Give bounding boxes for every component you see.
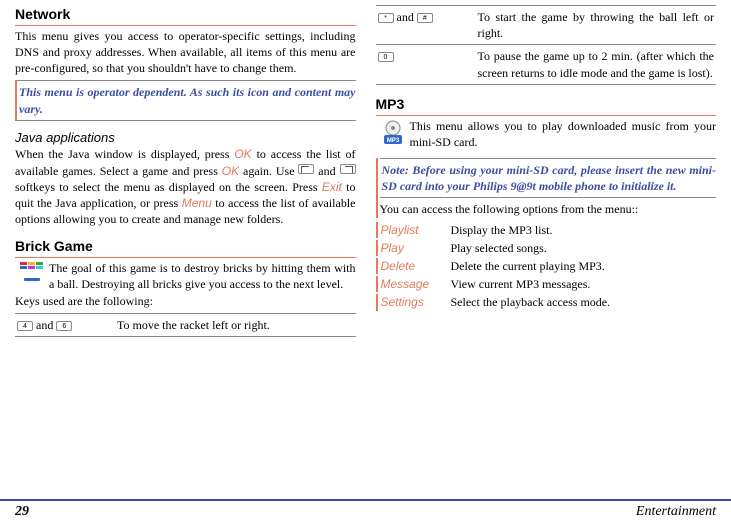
option-desc: Play selected songs. <box>451 240 717 256</box>
java-body: When the Java window is displayed, press… <box>15 146 356 227</box>
key-and: and <box>394 10 417 24</box>
page-footer: 29 Entertainment <box>0 499 731 522</box>
java-text-3: softkeys to select the menu as displayed… <box>15 180 322 194</box>
java-and: and <box>314 164 339 178</box>
keyword-menu: Menu <box>182 196 212 210</box>
option-label: Play <box>376 240 451 256</box>
option-row-play: Play Play selected songs. <box>376 240 717 256</box>
table-row: * and # To start the game by throwing th… <box>376 6 717 45</box>
key-6-icon: 6 <box>56 321 72 331</box>
table-row: 0 To pause the game up to 2 min. (after … <box>376 45 717 84</box>
option-desc: Display the MP3 list. <box>451 222 717 238</box>
table-row: 4 and 6 To move the racket left or right… <box>15 313 356 336</box>
option-desc: View current MP3 messages. <box>451 276 717 292</box>
option-label: Settings <box>376 294 451 310</box>
brick-body: The goal of this game is to destroy bric… <box>49 260 356 292</box>
svg-text:MP3: MP3 <box>386 138 399 144</box>
key-hash-icon: # <box>417 13 433 23</box>
brick-keys-table-cont: * and # To start the game by throwing th… <box>376 5 717 85</box>
option-label: Delete <box>376 258 451 274</box>
mp3-intro: You can access the following options fro… <box>380 201 717 217</box>
keyword-ok: OK <box>222 164 239 178</box>
option-row-message: Message View current MP3 messages. <box>376 276 717 292</box>
page-number: 29 <box>15 503 29 522</box>
key-desc: To move the racket left or right. <box>115 313 356 336</box>
keyword-ok: OK <box>234 147 251 161</box>
section-title-network: Network <box>15 5 356 26</box>
key-star-icon: * <box>378 13 394 23</box>
right-softkey-icon <box>340 164 356 174</box>
key-0-icon: 0 <box>378 52 394 62</box>
footer-section: Entertainment <box>636 503 716 522</box>
brick-keys-intro: Keys used are the following: <box>15 293 356 309</box>
key-desc: To start the game by throwing the ball l… <box>476 6 717 45</box>
mp3-note: Note: Before using your mini-SD card, pl… <box>380 158 717 198</box>
network-note: This menu is operator dependent. As such… <box>15 80 356 120</box>
network-body: This menu gives you access to operator-s… <box>15 28 356 77</box>
option-row-settings: Settings Select the playback access mode… <box>376 294 717 310</box>
mp3-icon: MP3 <box>376 118 410 150</box>
java-text-2: again. Use <box>239 164 298 178</box>
mp3-body: This menu allows you to play downloaded … <box>410 118 717 150</box>
left-column: Network This menu gives you access to op… <box>15 5 356 337</box>
section-title-mp3: MP3 <box>376 95 717 116</box>
key-desc: To pause the game up to 2 min. (after wh… <box>476 45 717 84</box>
option-desc: Delete the current playing MP3. <box>451 258 717 274</box>
option-row-delete: Delete Delete the current playing MP3. <box>376 258 717 274</box>
key-4-icon: 4 <box>17 321 33 331</box>
key-and: and <box>33 318 56 332</box>
section-title-brick-game: Brick Game <box>15 237 356 258</box>
left-softkey-icon <box>298 164 314 174</box>
brick-game-icon <box>15 260 49 292</box>
brick-keys-table: 4 and 6 To move the racket left or right… <box>15 313 356 337</box>
section-title-java: Java applications <box>15 129 356 147</box>
option-label: Message <box>376 276 451 292</box>
option-label: Playlist <box>376 222 451 238</box>
right-column: * and # To start the game by throwing th… <box>376 5 717 337</box>
option-row-playlist: Playlist Display the MP3 list. <box>376 222 717 238</box>
keyword-exit: Exit <box>322 180 342 194</box>
option-desc: Select the playback access mode. <box>451 294 717 310</box>
java-text-0: When the Java window is displayed, press <box>15 147 234 161</box>
